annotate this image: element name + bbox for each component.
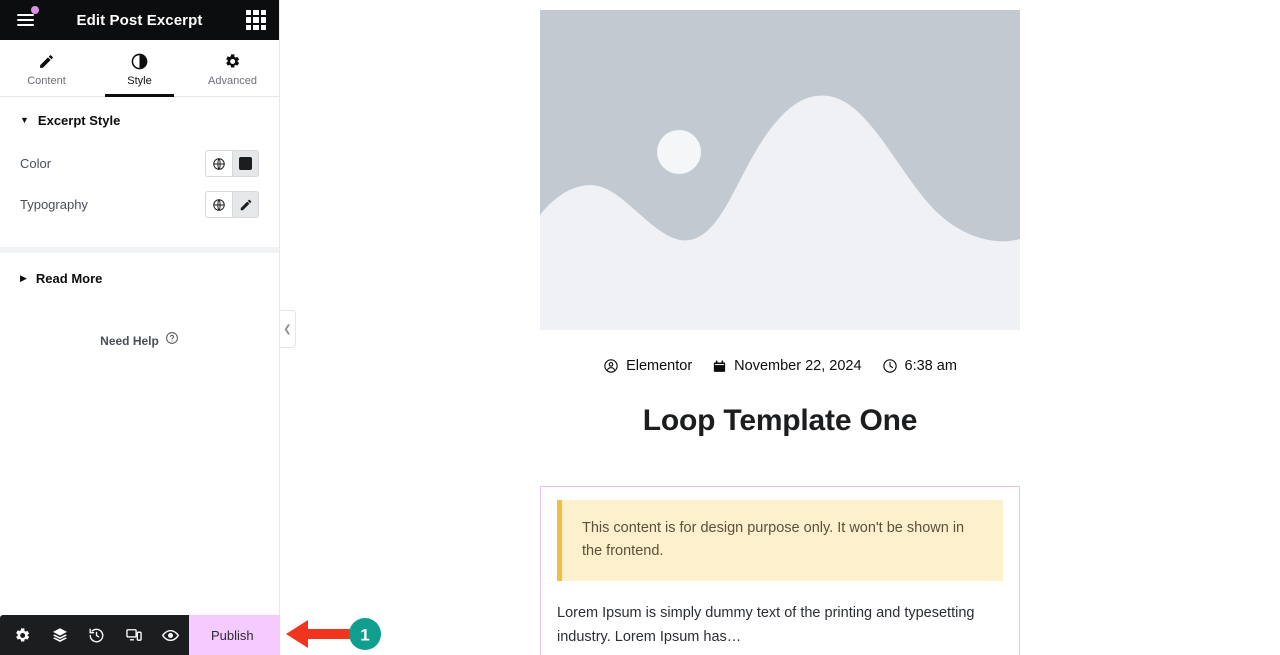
section-excerpt-style-header[interactable]: ▼ Excerpt Style	[0, 97, 279, 143]
panel-header: Edit Post Excerpt	[0, 0, 279, 40]
author-avatar-icon	[603, 358, 619, 374]
clock-icon	[882, 358, 898, 374]
publish-button[interactable]: Publish	[189, 615, 276, 655]
preview-eye-icon[interactable]	[152, 615, 189, 655]
design-purpose-notice-text: This content is for design purpose only.…	[582, 520, 965, 560]
chevron-down-icon: ▼	[20, 115, 29, 125]
elementor-editor: Edit Post Excerpt Content Style Advanced…	[0, 0, 1280, 655]
post-excerpt-widget[interactable]: This content is for design purpose only.…	[540, 486, 1020, 655]
section-excerpt-style: ▼ Excerpt Style Color Typography	[0, 97, 279, 253]
panel-tabs: Content Style Advanced	[0, 40, 279, 97]
footer-tools	[0, 615, 189, 655]
meta-author: Elementor	[603, 358, 692, 374]
globals-globe-icon[interactable]	[205, 191, 232, 218]
meta-author-text: Elementor	[626, 358, 693, 374]
panel-collapse-handle[interactable]: ❮	[280, 310, 296, 348]
hamburger-menu-button[interactable]	[10, 5, 40, 35]
widgets-grid-icon[interactable]	[243, 7, 269, 33]
panel-body: ▼ Excerpt Style Color Typography ▶ Read …	[0, 97, 279, 655]
placeholder-landscape-image	[540, 10, 1020, 330]
post-document: Elementor November 22, 2024 6:38 am Loop…	[540, 0, 1020, 655]
section-read-more-title: Read More	[35, 271, 103, 286]
need-help-label: Need Help	[100, 333, 159, 348]
notification-dot	[31, 6, 39, 14]
tab-style[interactable]: Style	[93, 40, 186, 97]
tab-style-label: Style	[127, 75, 152, 87]
color-swatch	[239, 157, 252, 170]
excerpt-text: Lorem Ipsum is simply dummy text of the …	[557, 604, 975, 646]
editor-canvas: Elementor November 22, 2024 6:38 am Loop…	[280, 0, 1280, 655]
tab-advanced-label: Advanced	[208, 75, 257, 87]
chevron-left-icon: ❮	[283, 323, 292, 335]
calendar-icon	[712, 359, 727, 374]
question-circle-icon	[165, 331, 179, 350]
need-help-button[interactable]: Need Help	[0, 303, 279, 350]
settings-gear-icon[interactable]	[4, 615, 41, 655]
navigator-layers-icon[interactable]	[41, 615, 78, 655]
post-title: Loop Template One	[642, 404, 918, 437]
control-typography-label: Typography	[20, 197, 88, 212]
typography-edit-button[interactable]	[232, 191, 259, 218]
control-color: Color	[20, 143, 259, 184]
control-color-label: Color	[20, 156, 52, 171]
control-color-widgets	[205, 150, 259, 177]
panel-title: Edit Post Excerpt	[76, 11, 203, 29]
meta-time: 6:38 am	[882, 358, 957, 374]
responsive-devices-icon[interactable]	[115, 615, 152, 655]
panel-footer: Publish	[0, 615, 312, 655]
design-purpose-notice: This content is for design purpose only.…	[557, 500, 1003, 581]
gear-icon	[224, 53, 241, 70]
excerpt-style-controls: Color Typography	[0, 143, 279, 247]
globals-globe-icon[interactable]	[205, 150, 232, 177]
section-read-more-header[interactable]: ▶ Read More	[0, 253, 279, 303]
history-clock-icon[interactable]	[78, 615, 115, 655]
section-read-more: ▶ Read More	[0, 253, 279, 303]
hamburger-menu-icon	[16, 14, 34, 26]
elementor-panel: Edit Post Excerpt Content Style Advanced…	[0, 0, 312, 655]
meta-date: November 22, 2024	[712, 358, 862, 374]
tab-advanced[interactable]: Advanced	[186, 40, 279, 96]
featured-image[interactable]	[540, 10, 1020, 330]
meta-date-text: November 22, 2024	[734, 358, 862, 374]
pencil-icon	[38, 53, 55, 70]
color-swatch-button[interactable]	[232, 150, 259, 177]
section-excerpt-style-title: Excerpt Style	[37, 113, 121, 128]
tab-content-label: Content	[27, 75, 66, 87]
half-circle-contrast-icon	[131, 53, 148, 70]
chevron-right-icon: ▶	[20, 273, 27, 283]
tab-content[interactable]: Content	[0, 40, 93, 96]
control-typography: Typography	[20, 184, 259, 225]
post-meta: Elementor November 22, 2024 6:38 am	[540, 358, 1020, 374]
control-typography-widgets	[205, 191, 259, 218]
meta-time-text: 6:38 am	[904, 358, 957, 374]
